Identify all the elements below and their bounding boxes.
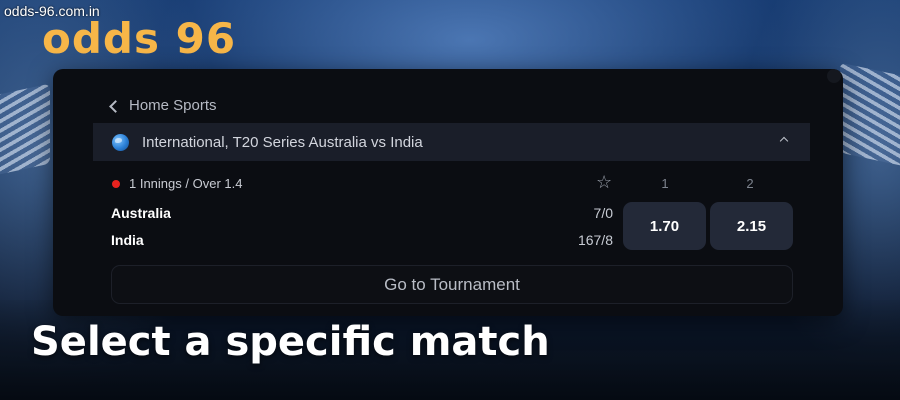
chevron-left-icon <box>109 99 122 113</box>
caption-heading: Select a specific match <box>31 319 550 365</box>
brand-logo: odds 96 <box>42 14 237 63</box>
favorite-star-icon[interactable]: ☆ <box>596 172 612 192</box>
team-score-home: 7/0 <box>593 205 613 221</box>
panel-corner-handle <box>827 69 841 83</box>
odds-column-header-1: 1 <box>661 176 669 191</box>
team-name-away: India <box>111 232 144 248</box>
team-name-home: Australia <box>111 205 171 221</box>
match-panel: Home Sports International, T20 Series Au… <box>53 69 843 316</box>
live-indicator-icon <box>112 180 120 188</box>
match-status: 1 Innings / Over 1.4 <box>129 176 243 191</box>
odds-column-header-2: 2 <box>746 176 754 191</box>
globe-icon <box>112 133 129 151</box>
odds-button-home[interactable]: 1.70 <box>623 202 706 250</box>
chevron-up-icon[interactable] <box>779 136 789 146</box>
stadium-lights-left <box>0 83 50 177</box>
stadium-lights-right <box>840 62 900 168</box>
go-to-tournament-button[interactable]: Go to Tournament <box>111 265 793 304</box>
team-score-away: 167/8 <box>577 232 613 248</box>
back-label: Home Sports <box>129 97 217 114</box>
league-header[interactable]: International, T20 Series Australia vs I… <box>93 123 810 161</box>
back-to-home-sports-link[interactable]: Home Sports <box>109 97 217 114</box>
league-title: International, T20 Series Australia vs I… <box>142 133 423 151</box>
odds-button-away[interactable]: 2.15 <box>710 202 793 250</box>
